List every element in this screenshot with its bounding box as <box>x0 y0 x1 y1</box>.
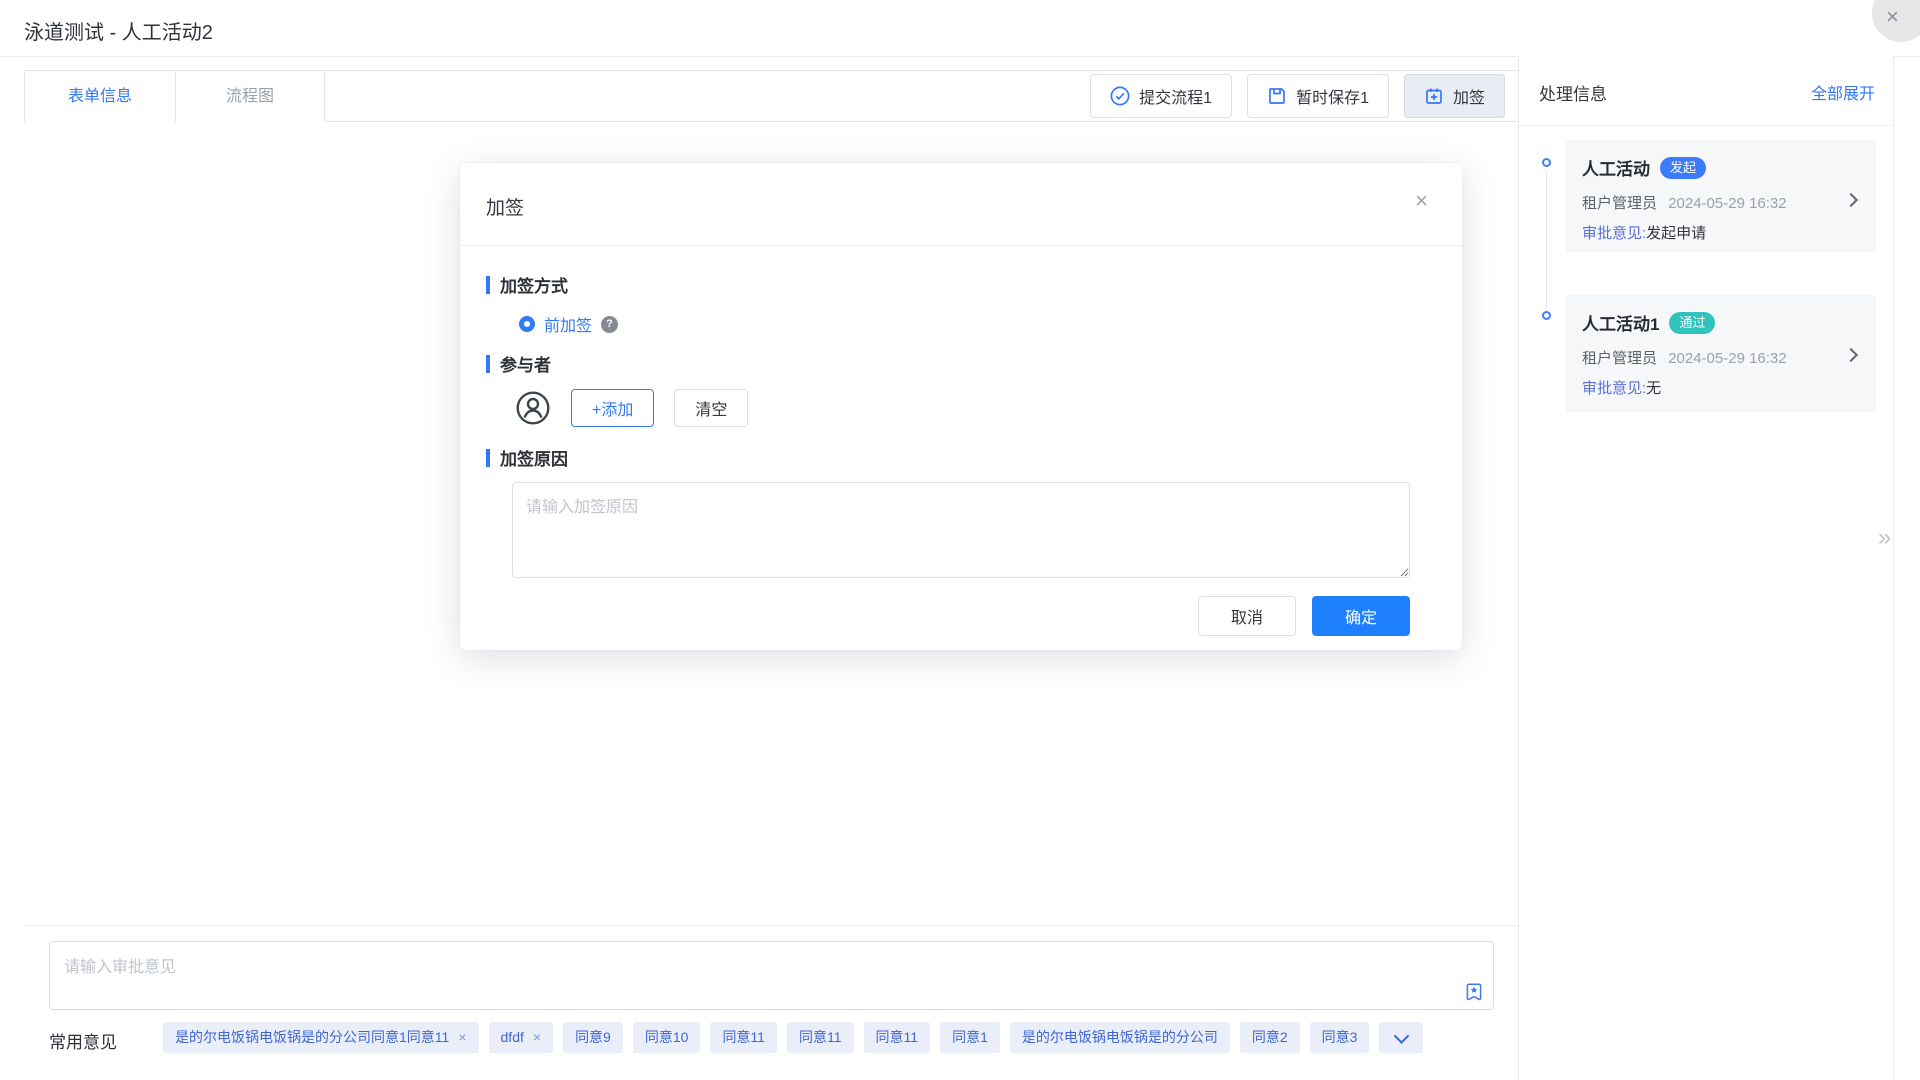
approval-comment-textarea[interactable] <box>50 942 1493 1009</box>
common-opinion-tag[interactable]: 同意11 <box>710 1022 777 1053</box>
floppy-icon <box>1267 86 1287 106</box>
page-title: 泳道测试 - 人工活动2 <box>24 16 213 45</box>
common-opinion-tag[interactable]: 同意1 <box>940 1022 1000 1053</box>
confirm-button[interactable]: 确定 <box>1312 596 1410 636</box>
section-title-reason: 加签原因 <box>500 445 568 470</box>
close-icon: × <box>1886 6 1899 28</box>
radio-front-countersign-label[interactable]: 前加签 <box>544 312 592 336</box>
circle-check-icon <box>1110 86 1130 106</box>
common-opinion-tag[interactable]: 是的尔电饭锅电饭锅是的分公司 <box>1010 1022 1230 1053</box>
user-name: 租户管理员 <box>1582 350 1657 367</box>
panel-header: 处理信息 全部展开 <box>1519 56 1893 126</box>
activity-name: 人工活动 <box>1582 155 1650 180</box>
toolbar: 提交流程1 暂时保存1 加签 <box>1090 74 1505 118</box>
countersign-modal: 加签 × 加签方式 前加签 ? 参与者 +添加 清空 加签原因 取消 <box>460 163 1462 650</box>
expand-tags-button[interactable] <box>1379 1022 1423 1053</box>
opinion-label: 审批意见: <box>1582 380 1646 397</box>
tab-flowchart[interactable]: 流程图 <box>176 70 325 123</box>
section-title-method: 加签方式 <box>500 272 568 297</box>
temp-save-button[interactable]: 暂时保存1 <box>1247 74 1389 118</box>
chevron-right-icon[interactable] <box>1844 348 1858 362</box>
status-badge: 发起 <box>1660 157 1706 179</box>
common-opinion-tag[interactable]: 同意11 <box>787 1022 854 1053</box>
status-badge: 通过 <box>1669 312 1715 334</box>
collapse-panel-button[interactable]: » <box>1878 526 1891 550</box>
opinion-value: 无 <box>1646 380 1661 397</box>
accent-bar <box>486 276 490 294</box>
modal-footer: 取消 确定 <box>486 596 1410 636</box>
common-opinion-tag[interactable]: 同意9 <box>563 1022 623 1053</box>
common-opinions-tags: 是的尔电饭锅电饭锅是的分公司同意1同意11× dfdf× 同意9 同意10 同意… <box>163 1022 1423 1053</box>
modal-body: 加签方式 前加签 ? 参与者 +添加 清空 加签原因 取消 确定 <box>460 246 1462 636</box>
opinion-label: 审批意见: <box>1582 225 1646 242</box>
common-opinion-tag[interactable]: 同意2 <box>1240 1022 1300 1053</box>
modal-header: 加签 × <box>460 163 1462 246</box>
remove-tag-icon[interactable]: × <box>458 1029 466 1045</box>
window-header: 泳道测试 - 人工活动2 <box>0 0 1920 57</box>
help-icon[interactable]: ? <box>601 316 618 333</box>
processing-info-panel: 处理信息 全部展开 人工活动 发起 租户管理员 2024-05-29 16:32… <box>1518 56 1894 1080</box>
timeline-connector <box>1546 173 1547 313</box>
divider <box>24 925 1518 926</box>
timeline-bullet <box>1542 158 1551 167</box>
submit-flow-label: 提交流程1 <box>1139 84 1212 108</box>
cancel-button[interactable]: 取消 <box>1198 596 1296 636</box>
common-opinion-tag[interactable]: 是的尔电饭锅电饭锅是的分公司同意1同意11× <box>163 1022 479 1053</box>
approval-comment-box <box>49 941 1494 1010</box>
submit-flow-button[interactable]: 提交流程1 <box>1090 74 1232 118</box>
modal-title: 加签 <box>486 193 524 220</box>
timeline-bullet <box>1542 311 1551 320</box>
modal-close-icon[interactable]: × <box>1415 190 1428 212</box>
common-opinions-label: 常用意见 <box>49 1028 117 1053</box>
countersign-button[interactable]: 加签 <box>1404 74 1505 118</box>
remove-tag-icon[interactable]: × <box>533 1029 541 1045</box>
common-opinion-tag[interactable]: 同意3 <box>1310 1022 1370 1053</box>
bookmark-star-icon[interactable] <box>1464 982 1484 1002</box>
clear-participants-button[interactable]: 清空 <box>674 389 748 427</box>
opinion-value: 发起申请 <box>1646 225 1706 242</box>
accent-bar <box>486 355 490 373</box>
timeline-card[interactable]: 人工活动 发起 租户管理员 2024-05-29 16:32 审批意见:发起申请 <box>1566 140 1876 252</box>
add-participant-button[interactable]: +添加 <box>571 389 654 427</box>
person-circle-icon <box>515 390 551 426</box>
timestamp: 2024-05-29 16:32 <box>1668 195 1786 212</box>
common-opinion-tag[interactable]: dfdf× <box>489 1022 554 1053</box>
section-title-participants: 参与者 <box>500 351 551 376</box>
countersign-label: 加签 <box>1453 84 1485 108</box>
radio-front-countersign[interactable] <box>519 316 535 332</box>
activity-name: 人工活动1 <box>1582 310 1659 335</box>
accent-bar <box>486 449 490 467</box>
chevron-down-icon <box>1394 1028 1410 1044</box>
timeline-card[interactable]: 人工活动1 通过 租户管理员 2024-05-29 16:32 审批意见:无 <box>1566 295 1876 412</box>
common-opinion-tag[interactable]: 同意11 <box>864 1022 931 1053</box>
temp-save-label: 暂时保存1 <box>1296 84 1369 108</box>
countersign-reason-textarea[interactable] <box>512 482 1410 578</box>
expand-all-link[interactable]: 全部展开 <box>1811 80 1875 104</box>
timestamp: 2024-05-29 16:32 <box>1668 350 1786 367</box>
square-plus-icon <box>1424 86 1444 106</box>
common-opinion-tag[interactable]: 同意10 <box>633 1022 701 1053</box>
tab-bar: 表单信息 流程图 提交流程1 暂时保存1 加签 <box>24 70 1518 122</box>
panel-title: 处理信息 <box>1539 80 1607 105</box>
chevron-right-icon[interactable] <box>1844 193 1858 207</box>
tab-form-info[interactable]: 表单信息 <box>24 70 176 123</box>
user-name: 租户管理员 <box>1582 195 1657 212</box>
